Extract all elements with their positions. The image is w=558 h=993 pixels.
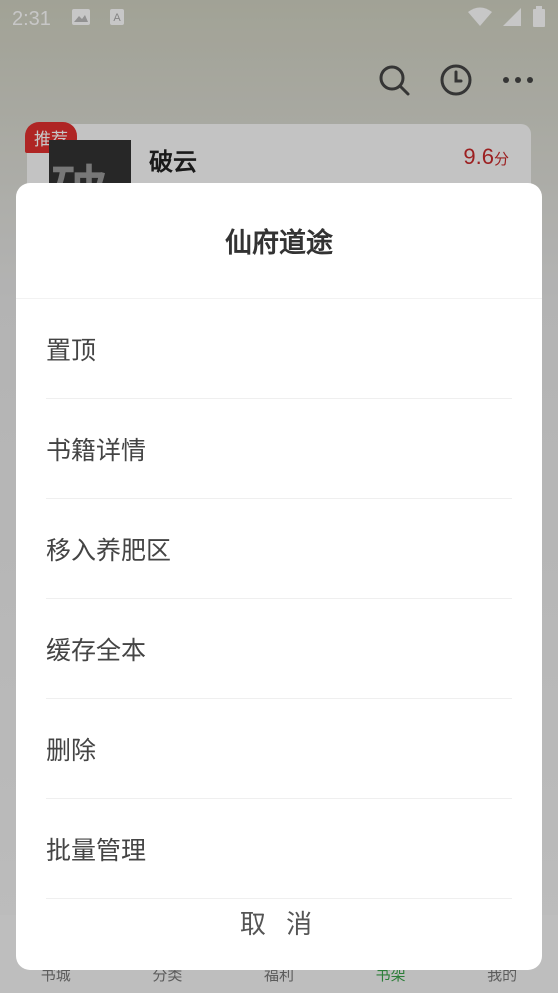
menu-item-book-details[interactable]: 书籍详情 bbox=[46, 399, 512, 499]
menu-item-cache-all[interactable]: 缓存全本 bbox=[46, 599, 512, 699]
action-sheet: 仙府道途 置顶 书籍详情 移入养肥区 缓存全本 删除 批量管理 取 消 bbox=[16, 183, 542, 970]
menu-item-delete[interactable]: 删除 bbox=[46, 699, 512, 799]
sheet-title: 仙府道途 bbox=[16, 183, 542, 299]
menu-item-move-to-fatten-area[interactable]: 移入养肥区 bbox=[46, 499, 512, 599]
menu-item-pin-top[interactable]: 置顶 bbox=[46, 299, 512, 399]
cancel-button[interactable]: 取 消 bbox=[16, 875, 542, 970]
